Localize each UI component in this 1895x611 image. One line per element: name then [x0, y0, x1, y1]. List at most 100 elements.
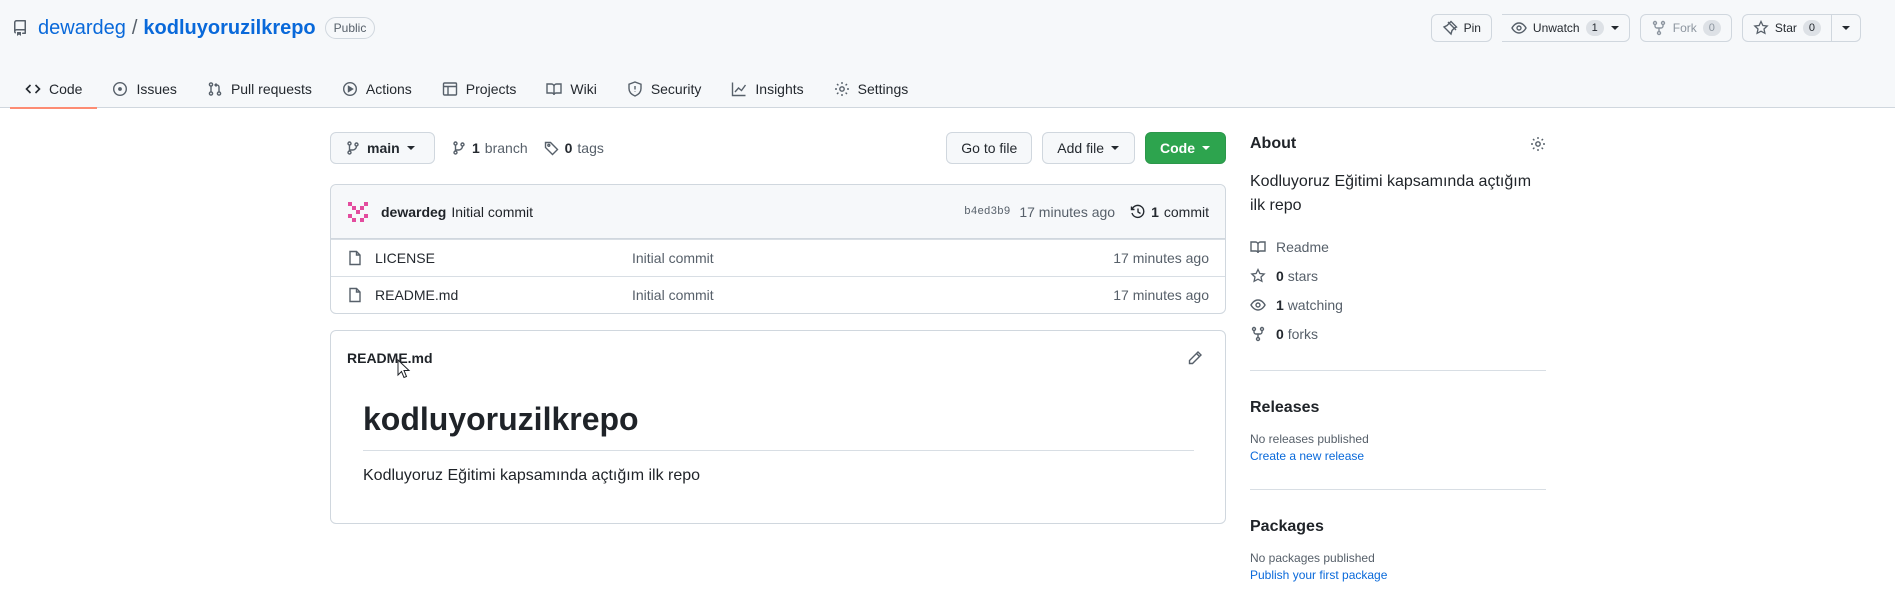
fork-count: 0	[1702, 20, 1721, 36]
repo-icon	[12, 20, 28, 36]
branch-name: main	[367, 140, 400, 156]
forks-label: forks	[1287, 325, 1319, 342]
readme-body: Kodluyoruz Eğitimi kapsamında açtığım il…	[363, 467, 701, 484]
commit-count: 1	[1151, 203, 1159, 220]
star-dropdown-button[interactable]	[1832, 14, 1861, 42]
stars-link[interactable]: 0 stars	[1250, 261, 1546, 290]
tab-insights[interactable]: Insights	[716, 70, 818, 108]
avatar[interactable]	[347, 201, 369, 223]
add-file-button[interactable]: Add file	[1042, 132, 1135, 164]
table-row: LICENSE Initial commit 17 minutes ago	[331, 239, 1225, 276]
tag-label: tags	[577, 140, 604, 156]
gear-icon[interactable]	[1530, 136, 1546, 152]
branch-select-button[interactable]: main	[330, 132, 435, 164]
book-icon	[546, 81, 563, 97]
packages-note: No packages published	[1250, 551, 1375, 565]
issue-icon	[112, 81, 128, 97]
unwatch-button[interactable]: Unwatch 1	[1501, 14, 1630, 42]
add-file-label: Add file	[1057, 140, 1104, 156]
commit-author[interactable]: dewardeg	[381, 204, 446, 220]
tab-settings[interactable]: Settings	[819, 70, 924, 108]
history-icon	[1130, 204, 1146, 220]
file-commit-message[interactable]: Initial commit	[632, 250, 714, 266]
file-commit-message[interactable]: Initial commit	[632, 287, 714, 303]
file-age: 17 minutes ago	[1113, 287, 1209, 303]
create-release-link[interactable]: Create a new release	[1250, 449, 1546, 463]
triangle-down-icon	[1110, 143, 1120, 153]
tab-label: Code	[49, 81, 83, 97]
readme-link-label: Readme	[1276, 238, 1329, 255]
branch-icon	[451, 140, 467, 156]
star-button[interactable]: Star 0	[1741, 14, 1832, 42]
tab-security[interactable]: Security	[612, 70, 717, 108]
book-icon	[1250, 239, 1266, 255]
graph-icon	[731, 81, 747, 97]
readme-link[interactable]: Readme	[1250, 232, 1546, 261]
shield-icon	[627, 81, 643, 97]
branches-link[interactable]: 1 branch	[451, 140, 528, 156]
repo-tabs: Code Issues Pull requests Actions Projec…	[10, 70, 924, 109]
star-icon	[1250, 267, 1266, 284]
tab-label: Security	[650, 81, 702, 97]
tab-label: Projects	[465, 81, 517, 97]
file-actions: Go to file Add file Code	[946, 132, 1226, 164]
tab-projects[interactable]: Projects	[427, 70, 532, 108]
tab-wiki[interactable]: Wiki	[531, 70, 611, 108]
table-icon	[442, 81, 458, 97]
stars-count: 0	[1276, 267, 1284, 284]
repo-actions: Pin Unwatch 1 Fork 0 Star 0	[1430, 14, 1861, 42]
readme-box: README.md kodluyoruzilkrepo Kodluyoruz E…	[330, 330, 1226, 524]
main-content: main 1 branch 0 tags Go to file Add file…	[330, 132, 1226, 524]
releases-note: No releases published	[1250, 432, 1369, 446]
readme-filename[interactable]: README.md	[347, 350, 433, 366]
tab-label: Actions	[365, 81, 412, 97]
tags-link[interactable]: 0 tags	[544, 140, 604, 156]
branch-icon	[345, 140, 361, 156]
pin-button[interactable]: Pin	[1430, 14, 1492, 42]
triangle-down-icon	[406, 143, 416, 153]
forks-link[interactable]: 0 forks	[1250, 319, 1546, 348]
commit-meta: b4ed3b9 17 minutes ago 1 commit	[964, 204, 1209, 220]
file-name[interactable]: README.md	[375, 287, 632, 303]
watching-link[interactable]: 1 watching	[1250, 290, 1546, 319]
pencil-icon[interactable]	[1187, 350, 1203, 366]
file-browser: dewardeg Initial commit b4ed3b9 17 minut…	[330, 184, 1226, 314]
path-separator: /	[131, 16, 138, 39]
commit-message[interactable]: Initial commit	[451, 204, 533, 220]
publish-package-link[interactable]: Publish your first package	[1250, 568, 1546, 582]
watching-count: 1	[1276, 296, 1284, 313]
about-meta: Readme 0 stars 1 watching 0 forks	[1250, 232, 1546, 348]
tab-label: Insights	[755, 81, 804, 97]
commit-history-link[interactable]: 1 commit	[1130, 204, 1209, 220]
readme-heading: kodluyoruzilkrepo	[363, 401, 1194, 451]
code-button[interactable]: Code	[1145, 132, 1226, 164]
packages-title[interactable]: Packages	[1250, 518, 1546, 536]
pin-icon	[1442, 20, 1458, 36]
commit-sha[interactable]: b4ed3b9	[964, 206, 1010, 218]
file-icon	[347, 287, 363, 303]
tab-actions[interactable]: Actions	[327, 70, 427, 108]
fork-button[interactable]: Fork 0	[1639, 14, 1732, 42]
file-navigation: main 1 branch 0 tags Go to file Add file…	[330, 132, 1226, 164]
repo-link[interactable]: kodluyoruzilkrepo	[143, 17, 315, 40]
table-row: README.md Initial commit 17 minutes ago	[331, 276, 1225, 313]
tab-pull-requests[interactable]: Pull requests	[192, 70, 327, 108]
go-to-file-button[interactable]: Go to file	[946, 132, 1033, 164]
tab-issues[interactable]: Issues	[97, 70, 191, 108]
code-button-label: Code	[1160, 140, 1195, 156]
owner-link[interactable]: dewardeg	[38, 17, 126, 40]
releases-title[interactable]: Releases	[1250, 399, 1546, 417]
tab-label: Wiki	[570, 81, 597, 97]
commit-age: 17 minutes ago	[1019, 203, 1116, 220]
tab-code[interactable]: Code	[10, 70, 98, 109]
file-age: 17 minutes ago	[1113, 250, 1209, 266]
triangle-down-icon	[1610, 23, 1620, 33]
pin-label: Pin	[1463, 21, 1481, 35]
pull-request-icon	[207, 81, 223, 97]
triangle-down-icon	[1201, 143, 1211, 153]
about-header: About	[1250, 132, 1546, 156]
repo-header: dewardeg / kodluyoruzilkrepo Public Pin …	[0, 0, 1895, 109]
unwatch-label: Unwatch	[1532, 21, 1580, 35]
file-name[interactable]: LICENSE	[375, 250, 632, 266]
stars-label: stars	[1287, 267, 1319, 284]
